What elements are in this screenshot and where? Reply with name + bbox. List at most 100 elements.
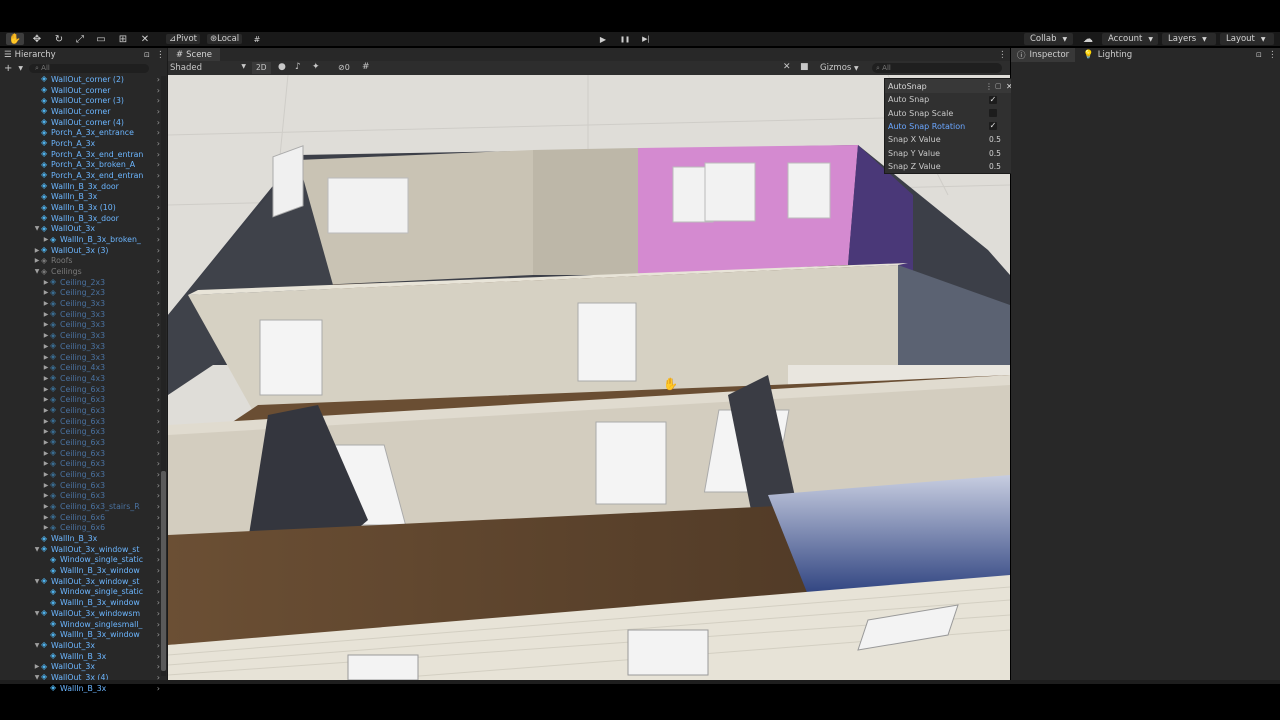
hierarchy-item[interactable]: ▶ ◈ Ceiling_4x3 ›	[0, 362, 160, 373]
chevron-right-icon[interactable]: ›	[157, 630, 160, 639]
hierarchy-item[interactable]: ▼ ◈ WallOut_3x_window_st ›	[0, 576, 160, 587]
chevron-right-icon[interactable]: ›	[157, 609, 160, 618]
hierarchy-item[interactable]: ▶ ◈ Roofs ›	[0, 256, 160, 267]
chevron-right-icon[interactable]: ›	[157, 278, 160, 287]
expand-right-icon[interactable]: ▶	[42, 300, 50, 307]
chevron-right-icon[interactable]: ›	[157, 534, 160, 543]
chevron-right-icon[interactable]: ›	[157, 577, 160, 586]
chevron-right-icon[interactable]: ›	[157, 256, 160, 265]
expand-right-icon[interactable]: ▶	[42, 311, 50, 318]
hierarchy-item[interactable]: ▼ ◈ Ceilings ›	[0, 266, 160, 277]
expand-right-icon[interactable]: ▶	[42, 332, 50, 339]
expand-right-icon[interactable]: ▶	[42, 439, 50, 446]
chevron-right-icon[interactable]: ›	[157, 459, 160, 468]
expand-right-icon[interactable]: ▶	[33, 663, 41, 670]
move-tool-icon[interactable]: ✥	[28, 33, 46, 45]
chevron-right-icon[interactable]: ›	[157, 641, 160, 650]
hierarchy-item[interactable]: ▶ ◈ Ceiling_6x3 ›	[0, 491, 160, 502]
hierarchy-item[interactable]: ▼ ◈ WallOut_3x ›	[0, 640, 160, 651]
chevron-right-icon[interactable]: ›	[157, 545, 160, 554]
hand-tool-icon[interactable]: ✋	[6, 33, 24, 45]
hierarchy-item[interactable]: ◈ WallOut_corner ›	[0, 85, 160, 96]
chevron-right-icon[interactable]: ›	[157, 224, 160, 233]
tools-icon[interactable]: ✕	[783, 62, 791, 72]
hierarchy-item[interactable]: ▶ ◈ Ceiling_6x6 ›	[0, 523, 160, 534]
expand-right-icon[interactable]: ▶	[42, 321, 50, 328]
hierarchy-item[interactable]: ◈ Window_single_static ›	[0, 587, 160, 598]
chevron-right-icon[interactable]: ›	[157, 363, 160, 372]
snap-z-field[interactable]: 0.5	[989, 162, 1001, 171]
hierarchy-item[interactable]: ◈ WallIn_B_3x_door ›	[0, 181, 160, 192]
hierarchy-item[interactable]: ▶ ◈ Ceiling_6x3 ›	[0, 384, 160, 395]
hierarchy-item[interactable]: ▶ ◈ Ceiling_3x3 ›	[0, 309, 160, 320]
hierarchy-item[interactable]: ◈ Porch_A_3x_end_entran ›	[0, 170, 160, 181]
scene-search-input[interactable]: ⌕ All	[872, 63, 1002, 73]
effects-toggle-icon[interactable]: ✦	[312, 62, 320, 72]
chevron-right-icon[interactable]: ›	[157, 331, 160, 340]
expand-right-icon[interactable]: ▶	[42, 482, 50, 489]
chevron-right-icon[interactable]: ›	[157, 481, 160, 490]
expand-down-icon[interactable]: ▼	[33, 268, 41, 275]
hierarchy-item[interactable]: ▶ ◈ Ceiling_2x3 ›	[0, 288, 160, 299]
chevron-right-icon[interactable]: ›	[157, 139, 160, 148]
hierarchy-item[interactable]: ▶ ◈ Ceiling_6x3 ›	[0, 469, 160, 480]
scale-tool-icon[interactable]: ⤢	[71, 33, 89, 45]
expand-right-icon[interactable]: ▶	[42, 386, 50, 393]
hierarchy-item[interactable]: ◈ WallIn_B_3x ›	[0, 651, 160, 662]
hierarchy-item[interactable]: ▶ ◈ Ceiling_6x3 ›	[0, 416, 160, 427]
chevron-right-icon[interactable]: ›	[157, 86, 160, 95]
chevron-right-icon[interactable]: ›	[157, 620, 160, 629]
snap-y-field[interactable]: 0.5	[989, 149, 1001, 158]
lock-icon[interactable]: ⊡	[144, 51, 150, 59]
hierarchy-item[interactable]: ◈ WallIn_B_3x_window ›	[0, 629, 160, 640]
lighting-toggle-icon[interactable]: ●	[278, 62, 286, 72]
chevron-right-icon[interactable]: ›	[157, 555, 160, 564]
chevron-right-icon[interactable]: ›	[157, 192, 160, 201]
expand-right-icon[interactable]: ▶	[42, 428, 50, 435]
chevron-right-icon[interactable]: ›	[157, 310, 160, 319]
hierarchy-item[interactable]: ▶ ◈ Ceiling_4x3 ›	[0, 373, 160, 384]
scroll-thumb[interactable]	[161, 471, 166, 671]
chevron-right-icon[interactable]: ›	[157, 267, 160, 276]
hierarchy-item[interactable]: ▶ ◈ Ceiling_2x3 ›	[0, 277, 160, 288]
cloud-icon[interactable]: ☁	[1079, 33, 1097, 45]
expand-down-icon[interactable]: ▼	[33, 578, 41, 585]
hierarchy-item[interactable]: ▶ ◈ Ceiling_6x3 ›	[0, 394, 160, 405]
chevron-right-icon[interactable]: ›	[157, 438, 160, 447]
expand-right-icon[interactable]: ▶	[42, 343, 50, 350]
chevron-right-icon[interactable]: ›	[157, 502, 160, 511]
gizmos-dropdown[interactable]: Gizmos ▼	[820, 63, 859, 73]
hierarchy-item[interactable]: ▶ ◈ WallOut_3x (3) ›	[0, 245, 160, 256]
expand-right-icon[interactable]: ▶	[42, 471, 50, 478]
chevron-right-icon[interactable]: ›	[157, 214, 160, 223]
add-icon[interactable]: +	[4, 63, 12, 74]
tab-lighting[interactable]: 💡 Lighting	[1077, 48, 1138, 62]
tab-inspector[interactable]: ⓘ Inspector	[1011, 48, 1076, 62]
audio-toggle-icon[interactable]: ♪	[295, 62, 301, 72]
kebab-menu-icon[interactable]: ⋮	[1268, 50, 1277, 60]
chevron-right-icon[interactable]: ›	[157, 427, 160, 436]
chevron-right-icon[interactable]: ›	[157, 246, 160, 255]
auto-snap-scale-checkbox[interactable]	[989, 109, 997, 118]
expand-right-icon[interactable]: ▶	[42, 279, 50, 286]
chevron-right-icon[interactable]: ›	[157, 288, 160, 297]
rotate-tool-icon[interactable]: ↻	[50, 33, 68, 45]
chevron-right-icon[interactable]: ›	[157, 662, 160, 671]
hierarchy-item[interactable]: ◈ Porch_A_3x_entrance ›	[0, 127, 160, 138]
hierarchy-item[interactable]: ▶ ◈ WallIn_B_3x_broken_ ›	[0, 234, 160, 245]
2d-toggle[interactable]: 2D	[252, 62, 271, 74]
pause-button[interactable]: ❚❚	[616, 33, 634, 45]
hierarchy-item[interactable]: ◈ WallOut_corner ›	[0, 106, 160, 117]
hierarchy-item[interactable]: ◈ Porch_A_3x_broken_A ›	[0, 159, 160, 170]
chevron-right-icon[interactable]: ›	[157, 406, 160, 415]
hierarchy-item[interactable]: ▶ ◈ Ceiling_3x3 ›	[0, 298, 160, 309]
lock-icon[interactable]: ⊡	[1256, 51, 1262, 59]
grid-snap-icon[interactable]: #	[248, 33, 266, 45]
hierarchy-item[interactable]: ▶ ◈ Ceiling_6x6 ›	[0, 512, 160, 523]
account-dropdown[interactable]: Account ▼	[1102, 33, 1158, 45]
hierarchy-item[interactable]: ▼ ◈ WallOut_3x_windowsm ›	[0, 608, 160, 619]
expand-right-icon[interactable]: ▶	[42, 418, 50, 425]
expand-right-icon[interactable]: ▶	[42, 375, 50, 382]
auto-snap-rotation-checkbox[interactable]: ✓	[989, 122, 997, 131]
chevron-right-icon[interactable]: ›	[157, 342, 160, 351]
